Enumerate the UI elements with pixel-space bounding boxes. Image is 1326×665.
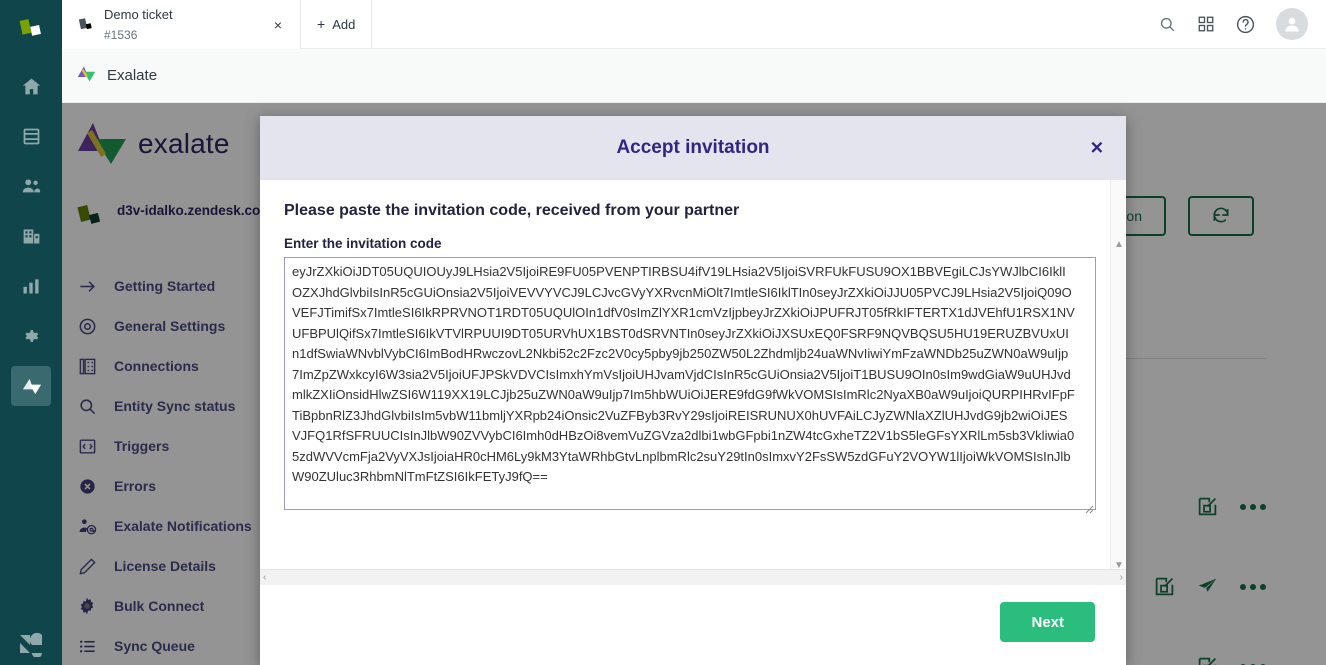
user-avatar[interactable] [1276,8,1308,40]
scroll-right-icon[interactable]: › [1120,572,1123,583]
ticket-tab[interactable]: Demo ticket #1536 × [62,0,301,49]
dialog-body-horizontal-scrollbar[interactable]: ‹ › [260,569,1126,585]
accept-invitation-dialog: Accept invitation ✕ Please paste the inv… [260,116,1126,665]
invitation-code-input[interactable] [284,257,1096,510]
dialog-body: Please paste the invitation code, receiv… [260,180,1126,585]
next-button[interactable]: Next [1000,602,1095,642]
close-icon[interactable]: × [268,17,288,33]
sidebar-item-reporting[interactable] [11,266,51,306]
ticket-tab-text: Demo ticket #1536 [96,5,268,45]
zendesk-logo [0,631,62,657]
ticket-tab-bar: Demo ticket #1536 × + Add [62,0,1326,49]
app-title: Exalate [107,67,158,84]
invitation-code-label: Enter the invitation code [284,236,442,251]
ticket-tab-number: #1536 [104,27,138,42]
sidebar-item-exalate[interactable] [11,366,51,406]
dialog-footer: Next [260,585,1126,665]
sidebar-item-home[interactable] [11,66,51,106]
add-tab-button[interactable]: + Add [301,0,373,48]
app-root: Demo ticket #1536 × + Add Exalate exalat… [0,0,1326,665]
scroll-up-icon[interactable]: ▲ [1111,236,1126,252]
sidebar-item-views[interactable] [11,116,51,156]
scroll-left-icon[interactable]: ‹ [263,572,266,583]
exalate-logo-icon [76,63,97,89]
ticket-tab-title: Demo ticket [104,6,173,22]
sidebar-item-customers[interactable] [11,166,51,206]
sidebar-item-admin[interactable] [11,316,51,356]
zendesk-left-rail [0,0,62,665]
close-icon[interactable]: ✕ [1090,140,1104,157]
zendesk-product-logo [11,10,51,50]
plus-icon: + [317,16,326,32]
app-sub-header: Exalate [62,49,1326,103]
help-circle-icon[interactable] [1235,14,1256,35]
apps-grid-icon[interactable] [1197,15,1215,33]
invitation-code-wrapper [284,257,1096,515]
sidebar-item-organizations[interactable] [11,216,51,256]
ticket-icon [74,16,96,33]
top-right-actions [1158,0,1326,48]
dialog-instruction: Please paste the invitation code, receiv… [284,202,740,219]
dialog-title: Accept invitation [616,137,770,158]
add-tab-label: Add [332,16,356,32]
dialog-header: Accept invitation ✕ [260,116,1126,180]
search-icon[interactable] [1158,15,1177,34]
dialog-body-vertical-scrollbar[interactable]: ▲ ▼ [1110,180,1126,585]
